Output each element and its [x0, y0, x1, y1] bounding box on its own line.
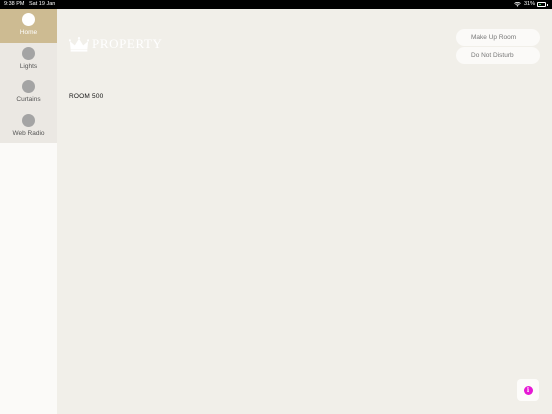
info-icon: i — [523, 385, 533, 395]
status-date: Sat 19 Jan — [29, 1, 56, 7]
battery-tip — [547, 3, 548, 6]
battery-fill — [538, 3, 541, 6]
status-right: 31% — [514, 0, 548, 9]
wifi-icon — [514, 2, 521, 7]
main-content: PROPERTY ROOM 500 Make Up Room Do Not Di… — [57, 9, 552, 414]
sidebar: Home Lights Curtains Web Radio — [0, 9, 57, 414]
sidebar-item-label: Web Radio — [12, 129, 45, 137]
home-icon — [22, 13, 35, 26]
sidebar-item-label: Curtains — [16, 96, 41, 103]
sidebar-item-home[interactable]: Home — [0, 9, 57, 43]
web-radio-icon — [22, 113, 35, 127]
status-left: 9:38 PM Sat 19 Jan — [4, 0, 55, 9]
sidebar-item-label: Lights — [19, 62, 38, 70]
status-time: 9:38 PM — [4, 1, 25, 7]
lights-icon — [22, 46, 35, 60]
room-label: ROOM 500 — [69, 93, 104, 100]
logo-text: PROPERTY — [92, 36, 163, 51]
sidebar-item-label: Home — [19, 29, 38, 36]
sidebar-item-curtains[interactable]: Curtains — [0, 76, 57, 110]
sidebar-nav: Home Lights Curtains Web Radio — [0, 9, 57, 143]
info-button[interactable]: i — [517, 379, 539, 401]
battery-percent: 31% — [523, 1, 535, 7]
make-up-room-button[interactable]: Make Up Room — [456, 29, 540, 46]
sidebar-item-web-radio[interactable]: Web Radio — [0, 110, 57, 144]
status-bar: 9:38 PM Sat 19 Jan 31% — [0, 0, 552, 9]
do-not-disturb-button[interactable]: Do Not Disturb — [456, 47, 540, 64]
sidebar-item-lights[interactable]: Lights — [0, 43, 57, 77]
curtains-icon — [22, 80, 35, 93]
crown-icon — [69, 36, 89, 52]
property-logo: PROPERTY — [69, 36, 162, 52]
battery-icon — [537, 2, 546, 7]
